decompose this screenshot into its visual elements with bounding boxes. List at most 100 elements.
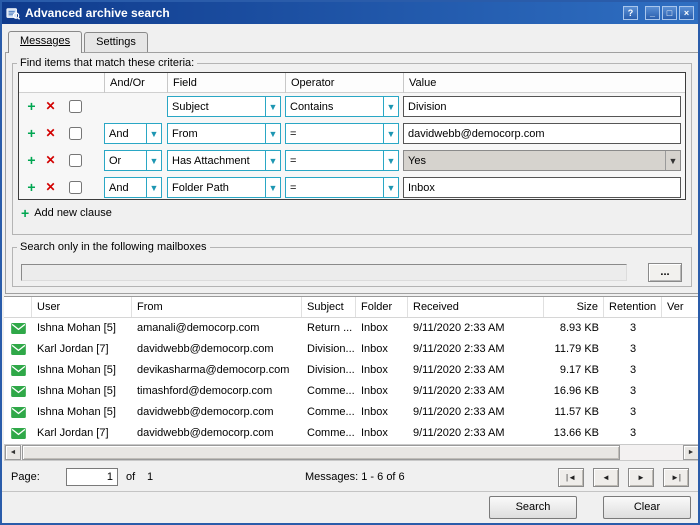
scrollbar-thumb[interactable]: [22, 445, 620, 460]
header-user[interactable]: User: [32, 297, 132, 317]
clause-checkbox[interactable]: [69, 181, 82, 194]
field-dropdown[interactable]: Subject ▼: [167, 96, 281, 117]
message-row[interactable]: Ishna Mohan [5] devikasharma@democorp.co…: [4, 360, 700, 381]
cell-from: davidwebb@democorp.com: [132, 339, 302, 360]
first-page-button[interactable]: |◄: [558, 468, 584, 487]
header-size[interactable]: Size: [544, 297, 604, 317]
close-button[interactable]: ×: [679, 6, 694, 20]
message-row[interactable]: Karl Jordan [7] davidwebb@democorp.com C…: [4, 423, 700, 444]
header-field: Field: [167, 73, 285, 93]
of-label: of: [126, 471, 135, 483]
andor-dropdown[interactable]: And ▼: [104, 177, 162, 198]
header-version[interactable]: Ver: [662, 297, 700, 317]
cell-user: Ishna Mohan [5]: [32, 318, 132, 339]
clear-button[interactable]: Clear: [603, 496, 691, 519]
envelope-icon: [11, 323, 26, 334]
cell-received: 9/11/2020 2:33 AM: [408, 381, 544, 402]
tab-messages[interactable]: Messages: [8, 31, 82, 53]
header-operator: Operator: [285, 73, 403, 93]
messages-count-label: Messages: 1 - 6 of 6: [305, 471, 405, 483]
advanced-archive-search-window: Advanced archive search ? _ □ × Messages…: [0, 0, 700, 525]
field-dropdown[interactable]: Folder Path ▼: [167, 177, 281, 198]
value-input[interactable]: [403, 123, 681, 144]
delete-clause-icon[interactable]: ✕: [43, 152, 58, 168]
operator-dropdown[interactable]: Contains ▼: [285, 96, 399, 117]
horizontal-scrollbar[interactable]: ◄ ►: [4, 444, 700, 461]
delete-clause-icon[interactable]: ✕: [43, 125, 58, 141]
andor-dropdown-value: Or: [105, 155, 146, 167]
header-received[interactable]: Received: [408, 297, 544, 317]
chevron-down-icon: ▼: [265, 178, 280, 197]
cell-from: davidwebb@democorp.com: [132, 423, 302, 444]
cell-subject: Division...: [302, 339, 356, 360]
page-number-input[interactable]: [66, 468, 118, 486]
help-button[interactable]: ?: [623, 6, 638, 20]
chevron-down-icon: ▼: [383, 97, 398, 116]
minimize-button[interactable]: _: [645, 6, 660, 20]
cell-from: davidwebb@democorp.com: [132, 402, 302, 423]
operator-dropdown[interactable]: = ▼: [285, 123, 399, 144]
results-list: User From Subject Folder Received Size R…: [4, 296, 700, 444]
header-folder[interactable]: Folder: [356, 297, 408, 317]
field-dropdown[interactable]: Has Attachment ▼: [167, 150, 281, 171]
chevron-down-icon: ▼: [383, 151, 398, 170]
cell-folder: Inbox: [356, 339, 408, 360]
tab-settings[interactable]: Settings: [84, 32, 148, 52]
message-row[interactable]: Ishna Mohan [5] davidwebb@democorp.com C…: [4, 402, 700, 423]
header-andor: And/Or: [104, 73, 167, 93]
search-button[interactable]: Search: [489, 496, 577, 519]
andor-dropdown[interactable]: Or ▼: [104, 150, 162, 171]
add-clause-icon[interactable]: +: [24, 179, 39, 195]
cell-folder: Inbox: [356, 381, 408, 402]
delete-clause-icon[interactable]: ✕: [43, 98, 58, 114]
add-clause-icon[interactable]: +: [24, 125, 39, 141]
cell-received: 9/11/2020 2:33 AM: [408, 402, 544, 423]
value-input[interactable]: [403, 96, 681, 117]
field-dropdown-value: Folder Path: [168, 182, 265, 194]
window-title: Advanced archive search: [25, 6, 621, 20]
clause-checkbox[interactable]: [69, 127, 82, 140]
clause-checkbox[interactable]: [69, 154, 82, 167]
message-row[interactable]: Ishna Mohan [5] timashford@democorp.com …: [4, 381, 700, 402]
criteria-table: And/Or Field Operator Value + ✕ Subject …: [18, 72, 686, 200]
envelope-icon: [11, 407, 26, 418]
cell-retention: 3: [604, 423, 662, 444]
header-subject[interactable]: Subject: [302, 297, 356, 317]
cell-user: Karl Jordan [7]: [32, 339, 132, 360]
cell-user: Ishna Mohan [5]: [32, 360, 132, 381]
scroll-left-arrow-icon[interactable]: ◄: [5, 445, 21, 460]
field-dropdown[interactable]: From ▼: [167, 123, 281, 144]
andor-dropdown[interactable]: And ▼: [104, 123, 162, 144]
browse-mailboxes-button[interactable]: ...: [648, 263, 682, 282]
header-from[interactable]: From: [132, 297, 302, 317]
cell-retention: 3: [604, 360, 662, 381]
maximize-button[interactable]: □: [662, 6, 677, 20]
andor-dropdown-value: And: [105, 182, 146, 194]
plus-icon: +: [21, 205, 29, 221]
add-new-clause-label: Add new clause: [34, 207, 112, 219]
value-input[interactable]: [403, 177, 681, 198]
criteria-group-label: Find items that match these criteria:: [17, 57, 197, 69]
clause-checkbox[interactable]: [69, 100, 82, 113]
chevron-down-icon: ▼: [265, 151, 280, 170]
add-clause-icon[interactable]: +: [24, 152, 39, 168]
scroll-right-arrow-icon[interactable]: ►: [683, 445, 699, 460]
delete-clause-icon[interactable]: ✕: [43, 179, 58, 195]
message-row[interactable]: Ishna Mohan [5] amanali@democorp.com Ret…: [4, 318, 700, 339]
message-row[interactable]: Karl Jordan [7] davidwebb@democorp.com D…: [4, 339, 700, 360]
next-page-button[interactable]: ►: [628, 468, 654, 487]
previous-page-button[interactable]: ◄: [593, 468, 619, 487]
operator-dropdown[interactable]: = ▼: [285, 177, 399, 198]
add-new-clause-link[interactable]: + Add new clause: [21, 205, 112, 221]
value-dropdown[interactable]: Yes ▼: [403, 150, 681, 171]
mailboxes-input[interactable]: [21, 264, 627, 281]
field-dropdown-value: Subject: [168, 101, 265, 113]
cell-subject: Comme...: [302, 381, 356, 402]
operator-dropdown[interactable]: = ▼: [285, 150, 399, 171]
add-clause-icon[interactable]: +: [24, 98, 39, 114]
cell-subject: Return ...: [302, 318, 356, 339]
header-retention[interactable]: Retention: [604, 297, 662, 317]
cell-from: timashford@democorp.com: [132, 381, 302, 402]
cell-user: Ishna Mohan [5]: [32, 402, 132, 423]
last-page-button[interactable]: ►|: [663, 468, 689, 487]
